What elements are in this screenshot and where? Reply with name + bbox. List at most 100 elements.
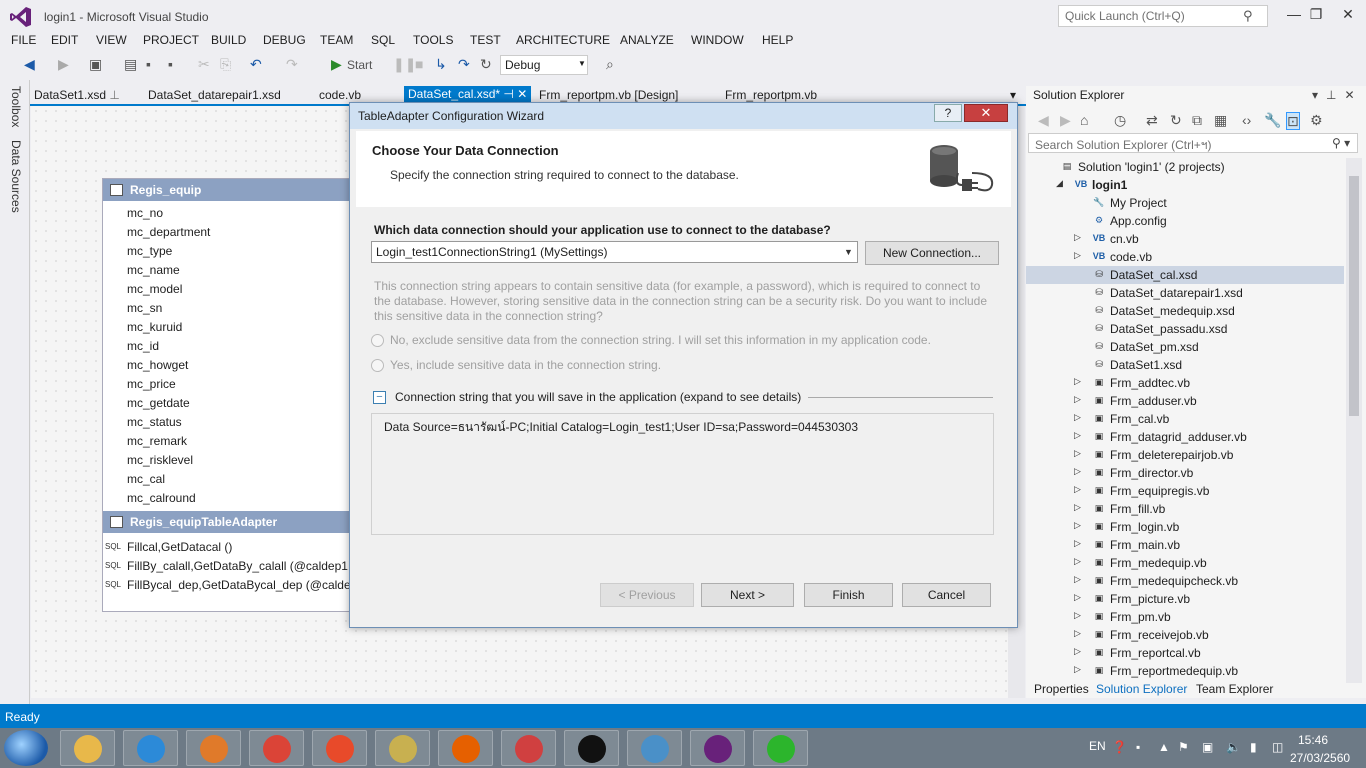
back-icon[interactable]: ◀ (1038, 112, 1049, 128)
taskbar-button[interactable] (186, 730, 241, 766)
tree-item[interactable]: ▷ ▣ Frm_main.vb (1026, 536, 1344, 554)
search-icon[interactable]: ⚲ (1243, 8, 1253, 24)
sync-icon[interactable]: ⇄ (1146, 112, 1158, 128)
tree-item[interactable]: ▷ VB code.vb (1026, 248, 1344, 266)
tree-item[interactable]: ⛁ DataSet_cal.xsd (1026, 266, 1344, 284)
quick-launch-input[interactable]: Quick Launch (Ctrl+Q) (1058, 5, 1268, 27)
menu-window[interactable]: WINDOW (691, 33, 744, 47)
tree-item[interactable]: ▷ ▣ Frm_director.vb (1026, 464, 1344, 482)
pin-icon[interactable]: ⊣ (503, 87, 513, 101)
column-row[interactable]: mc_price (127, 377, 176, 391)
close-window-button[interactable]: ✕ (1330, 4, 1366, 26)
keyboard-icon[interactable]: ▪ (1136, 740, 1140, 754)
column-row[interactable]: mc_cal (127, 472, 165, 486)
pause-icon[interactable]: ❚❚ (393, 56, 416, 72)
pin-icon[interactable]: ⊥ (109, 88, 119, 102)
expand-icon[interactable]: ▷ (1074, 538, 1081, 549)
tab-dataset-datarepair1[interactable]: DataSet_datarepair1.xsd (148, 88, 281, 102)
refresh-icon[interactable]: ↻ (480, 56, 492, 72)
refresh-icon[interactable]: ↻ (1170, 112, 1182, 128)
expand-icon[interactable]: ▷ (1074, 466, 1081, 477)
taskbar-button[interactable] (375, 730, 430, 766)
column-row[interactable]: mc_sn (127, 301, 162, 315)
column-row[interactable]: mc_model (127, 282, 182, 296)
scrollbar-thumb[interactable] (1349, 176, 1359, 416)
language-indicator[interactable]: EN (1089, 739, 1106, 753)
new-connection-button[interactable]: New Connection... (865, 241, 999, 265)
taskbar-button[interactable] (564, 730, 619, 766)
taskbar-button[interactable] (753, 730, 808, 766)
tree-item[interactable]: 🔧 My Project (1026, 194, 1344, 212)
dropdown-icon[interactable]: ▾ (1312, 88, 1326, 102)
tree-item[interactable]: ◢ VB login1 (1026, 176, 1344, 194)
expand-icon[interactable]: ▷ (1074, 520, 1081, 531)
expander-label[interactable]: Connection string that you will save in … (395, 390, 801, 404)
datatable-regis-equip[interactable]: Regis_equip mc_no mc_department mc_type … (102, 178, 354, 612)
restore-button[interactable]: ❐ (1298, 4, 1334, 26)
expand-icon[interactable]: ▷ (1074, 502, 1081, 513)
expand-icon[interactable]: ▷ (1074, 574, 1081, 585)
column-row[interactable]: mc_status (127, 415, 182, 429)
column-row[interactable]: mc_risklevel (127, 453, 193, 467)
clock-time[interactable]: 15:46 (1298, 733, 1328, 747)
chevron-down-icon[interactable]: ▼ (578, 59, 586, 68)
connection-select[interactable]: Login_test1ConnectionString1 (MySettings… (371, 241, 858, 263)
menu-test[interactable]: TEST (470, 33, 501, 47)
menu-file[interactable]: FILE (11, 33, 36, 47)
menu-architecture[interactable]: ARCHITECTURE (516, 33, 610, 47)
taskbar-button[interactable] (627, 730, 682, 766)
radio-exclude-sensitive[interactable] (371, 334, 384, 347)
tree-item[interactable]: ⛁ DataSet_passadu.xsd (1026, 320, 1344, 338)
navigate-forward-icon[interactable]: ▶ (58, 56, 69, 72)
menu-debug[interactable]: DEBUG (263, 33, 306, 47)
expand-icon[interactable]: ▷ (1074, 412, 1081, 423)
finish-button[interactable]: Finish (804, 583, 893, 607)
navigate-back-icon[interactable]: ◀ (24, 56, 35, 72)
tab-team-explorer[interactable]: Team Explorer (1196, 682, 1273, 696)
next-button[interactable]: Next > (701, 583, 794, 607)
menu-project[interactable]: PROJECT (143, 33, 199, 47)
new-project-icon[interactable]: ▣ (89, 56, 102, 72)
taskbar-button[interactable] (249, 730, 304, 766)
tree-item[interactable]: ▷ ▣ Frm_medequipcheck.vb (1026, 572, 1344, 590)
column-row[interactable]: mc_department (127, 225, 210, 239)
taskbar-button[interactable] (312, 730, 367, 766)
datatable-header[interactable]: Regis_equip (103, 179, 353, 201)
dialog-close-button[interactable]: ✕ (964, 104, 1008, 122)
help-button[interactable]: ? (934, 104, 962, 122)
tab-dataset-cal[interactable]: DataSet_cal.xsd* ⊣ ✕ (404, 86, 532, 102)
expand-icon[interactable]: ▷ (1074, 430, 1081, 441)
data-sources-tab[interactable]: Data Sources (9, 140, 23, 213)
copy-icon[interactable]: ⎘ (220, 56, 231, 72)
tree-item[interactable]: ▤ Solution 'login1' (2 projects) (1026, 158, 1344, 176)
tree-item[interactable]: ▷ ▣ Frm_login.vb (1026, 518, 1344, 536)
menu-view[interactable]: VIEW (96, 33, 127, 47)
undo-icon[interactable]: ↶ (250, 56, 262, 72)
tray-expand-icon[interactable]: ▲ (1158, 740, 1170, 754)
column-row[interactable]: mc_getdate (127, 396, 190, 410)
menu-sql[interactable]: SQL (371, 33, 395, 47)
save-icon[interactable]: ▪ (146, 56, 151, 72)
taskbar-button[interactable] (501, 730, 556, 766)
tree-item[interactable]: ▷ ▣ Frm_reportmedequip.vb (1026, 662, 1344, 680)
query-row[interactable]: Fillcal,GetDatacal () (127, 540, 232, 554)
expand-icon[interactable]: ▷ (1074, 250, 1081, 261)
expand-icon[interactable]: ▷ (1074, 448, 1081, 459)
tab-solution-explorer[interactable]: Solution Explorer (1096, 682, 1187, 696)
tree-item[interactable]: ⛁ DataSet_datarepair1.xsd (1026, 284, 1344, 302)
menu-team[interactable]: TEAM (320, 33, 353, 47)
preview-icon[interactable]: ⊡ (1286, 112, 1300, 130)
volume-icon[interactable]: 🔈 (1226, 740, 1241, 754)
tree-item[interactable]: ⛁ DataSet1.xsd (1026, 356, 1344, 374)
tableadapter-header[interactable]: Regis_equipTableAdapter (103, 511, 353, 533)
tab-dataset1[interactable]: DataSet1.xsd ⊥ (34, 88, 120, 102)
expanded-icon[interactable]: ◢ (1056, 178, 1063, 189)
save-all-icon[interactable]: ▪ (168, 56, 173, 72)
class-view-icon[interactable]: ⚙ (1310, 112, 1323, 128)
connection-string-box[interactable]: Data Source=ธนารัฒน์-PC;Initial Catalog=… (371, 413, 994, 535)
menu-analyze[interactable]: ANALYZE (620, 33, 674, 47)
cancel-button[interactable]: Cancel (902, 583, 991, 607)
pin-icon[interactable]: ⊥ (1326, 88, 1344, 102)
tree-item[interactable]: ▷ ▣ Frm_cal.vb (1026, 410, 1344, 428)
menu-tools[interactable]: TOOLS (413, 33, 453, 47)
